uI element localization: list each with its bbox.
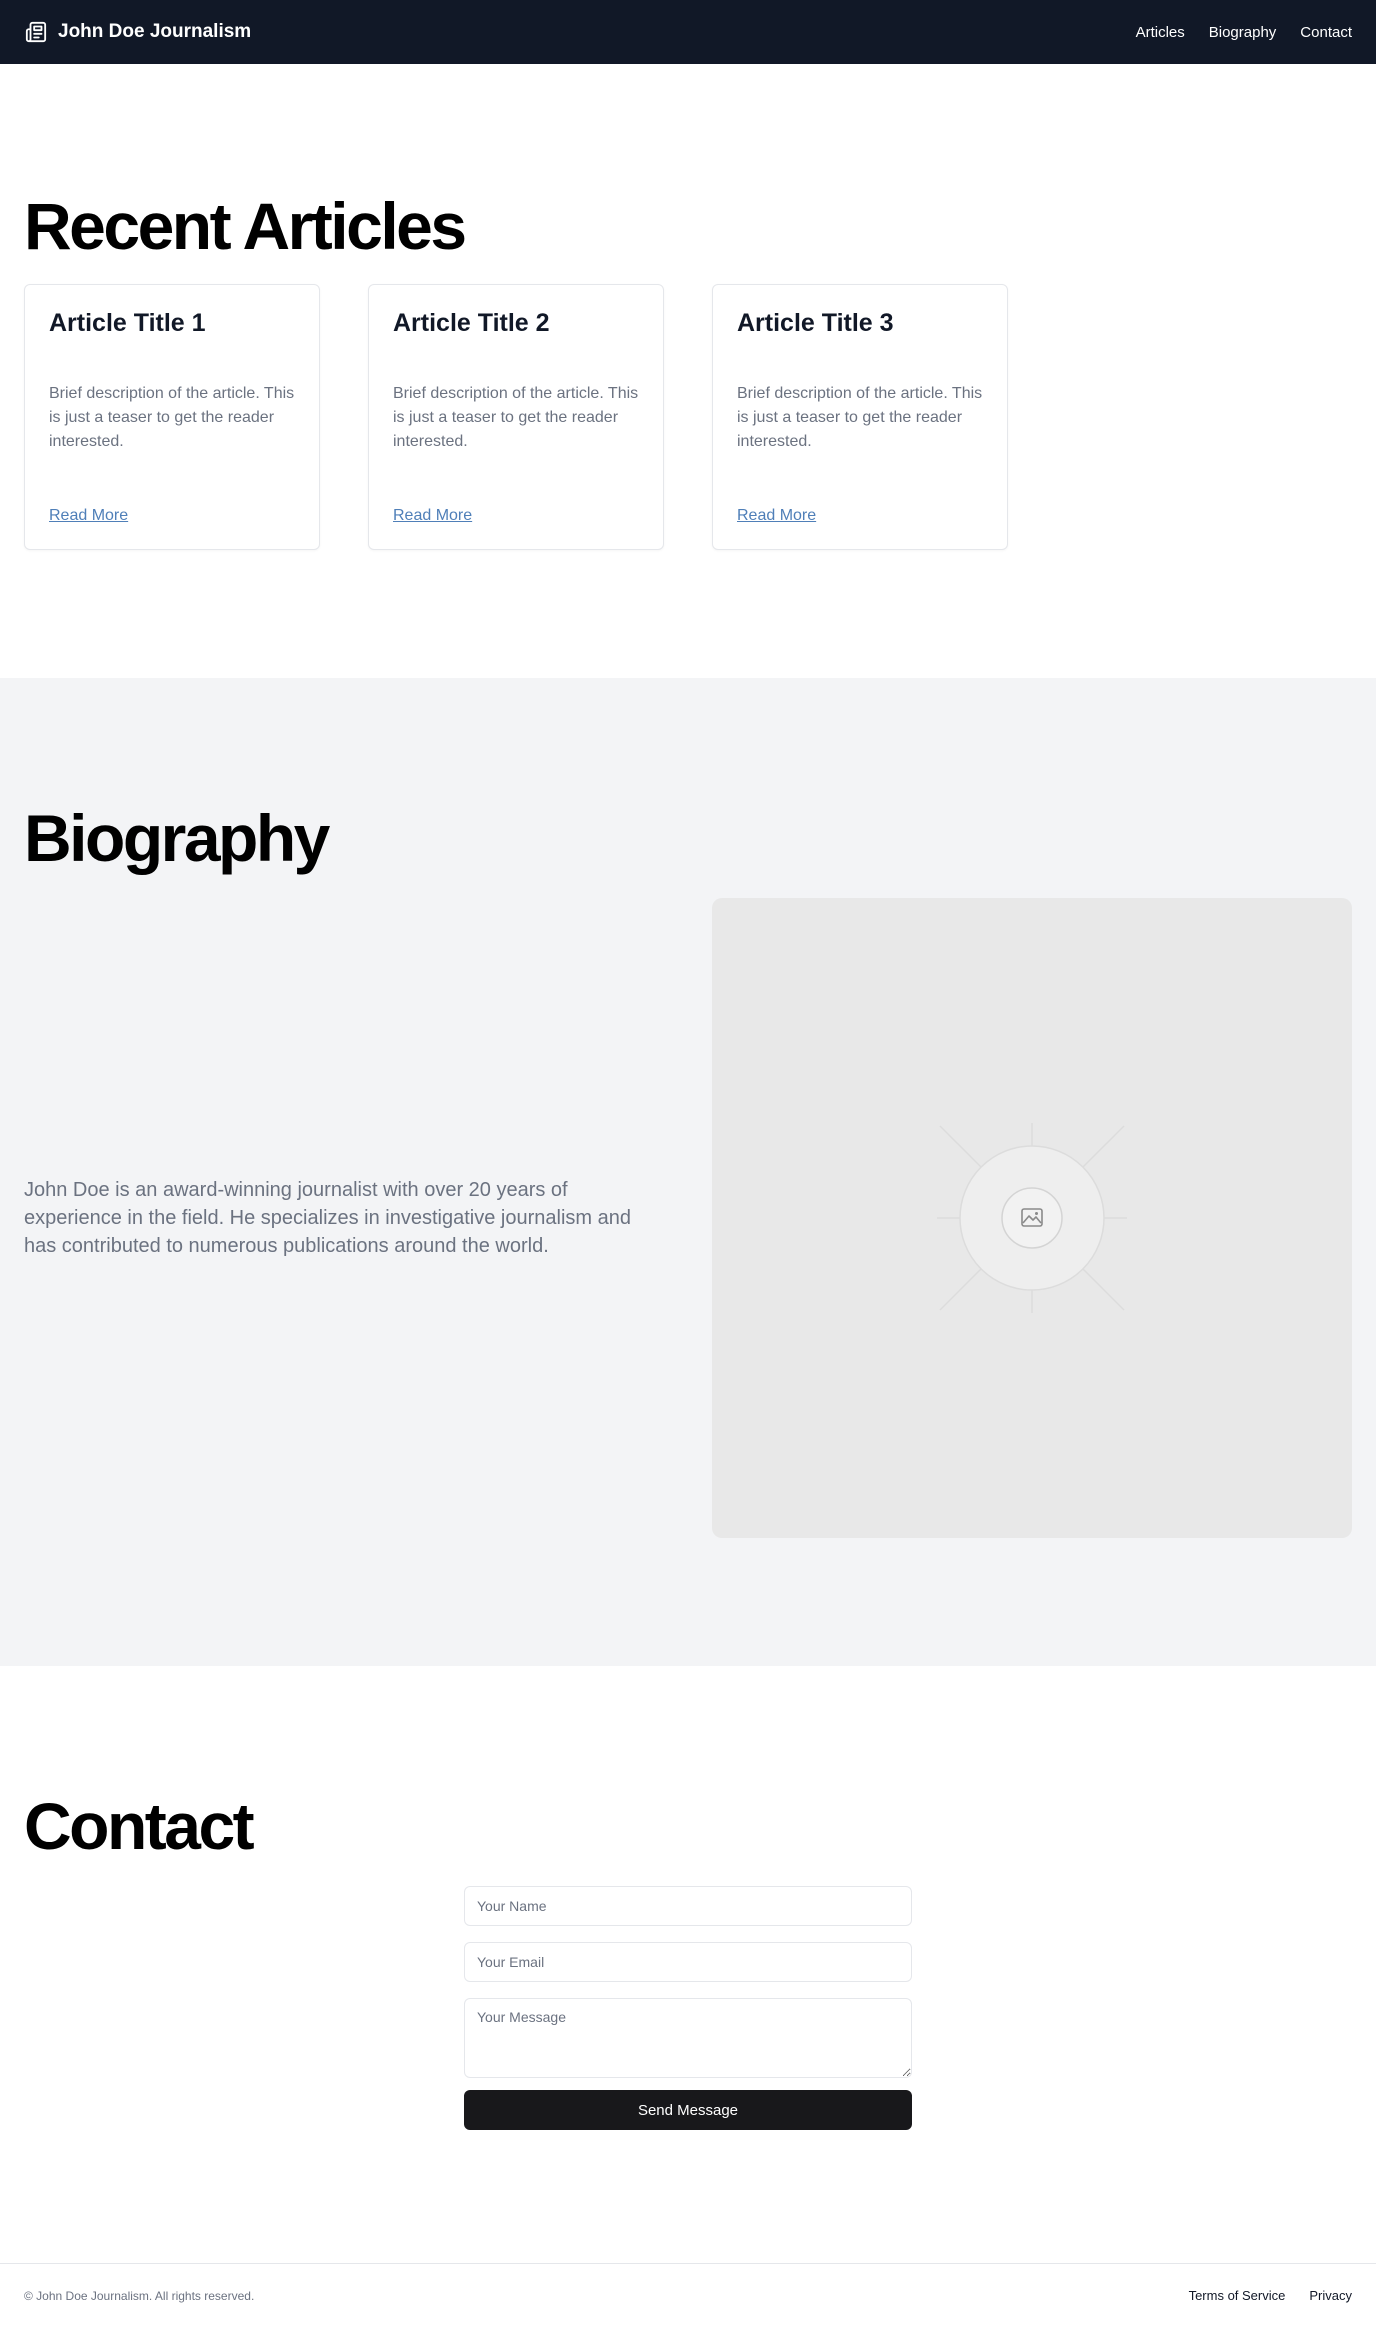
image-placeholder-icon [937, 1123, 1127, 1313]
biography-heading: Biography [24, 801, 330, 875]
brand[interactable]: John Doe Journalism [24, 20, 251, 44]
email-input[interactable] [464, 1942, 912, 1982]
read-more-link[interactable]: Read More [737, 507, 816, 525]
article-description: Brief description of the article. This i… [737, 385, 983, 450]
article-card: Article Title 1 Brief description of the… [24, 284, 320, 550]
name-input[interactable] [464, 1886, 912, 1926]
read-more-link[interactable]: Read More [49, 507, 128, 525]
read-more-link[interactable]: Read More [393, 507, 472, 525]
terms-of-service-link[interactable]: Terms of Service [1189, 2288, 1286, 2303]
biography-text: John Doe is an award-winning journalist … [24, 1179, 631, 1257]
site-footer: © John Doe Journalism. All rights reserv… [0, 2263, 1376, 2327]
contact-heading: Contact [24, 1789, 255, 1863]
newspaper-icon [24, 20, 48, 44]
article-title: Article Title 1 [49, 309, 206, 337]
privacy-link[interactable]: Privacy [1309, 2288, 1352, 2303]
biography-image [712, 898, 1352, 1538]
nav-articles-link[interactable]: Articles [1136, 24, 1185, 41]
article-description: Brief description of the article. This i… [393, 385, 639, 450]
article-title: Article Title 2 [393, 309, 550, 337]
article-card: Article Title 2 Brief description of the… [368, 284, 664, 550]
article-description: Brief description of the article. This i… [49, 385, 295, 450]
brand-title: John Doe Journalism [58, 21, 252, 42]
footer-links: Terms of Service Privacy [1189, 2288, 1352, 2303]
copyright-text: © John Doe Journalism. All rights reserv… [24, 2288, 255, 2303]
biography-section: Biography John Doe is an award-winning j… [0, 678, 1376, 1666]
nav-contact-link[interactable]: Contact [1300, 24, 1352, 41]
main-nav: Articles Biography Contact [1136, 24, 1352, 41]
contact-section: Contact Send Message [0, 1666, 1376, 2263]
articles-section: Recent Articles Article Title 1 Brief de… [0, 64, 1376, 678]
site-header: John Doe Journalism Articles Biography C… [0, 0, 1376, 64]
article-title: Article Title 3 [737, 309, 894, 337]
article-card: Article Title 3 Brief description of the… [712, 284, 1008, 550]
send-message-button[interactable]: Send Message [464, 2090, 912, 2130]
contact-form: Send Message [464, 1886, 912, 2130]
articles-heading: Recent Articles [24, 189, 467, 263]
nav-biography-link[interactable]: Biography [1209, 24, 1277, 41]
message-textarea[interactable] [464, 1998, 912, 2078]
